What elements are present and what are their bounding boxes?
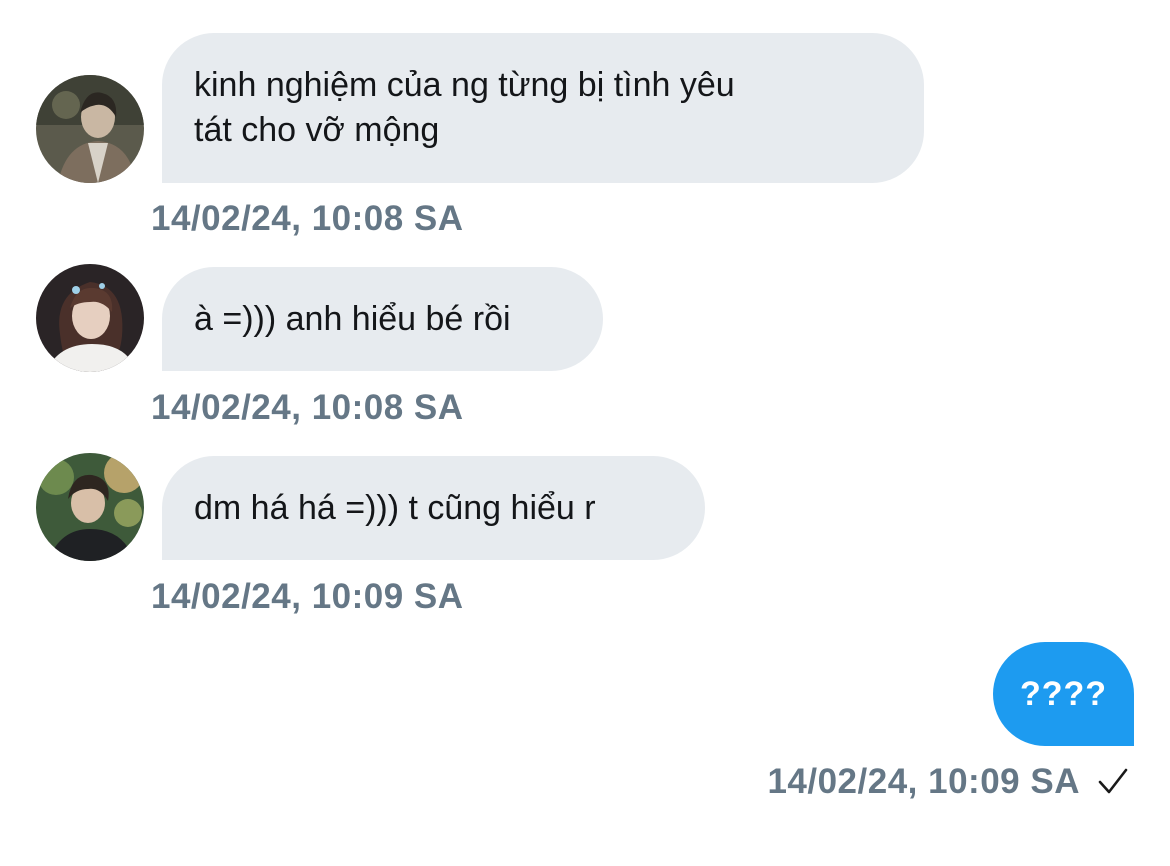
message-timestamp: 14/02/24, 10:09 SA (767, 762, 1080, 801)
message-bubble-1[interactable]: kinh nghiệm của ng từng bị tình yêu tát … (162, 33, 924, 183)
message-text: kinh nghiệm của ng từng bị tình yêu tát … (194, 66, 735, 149)
message-bubble-3[interactable]: dm há há =))) t cũng hiểu r (162, 456, 705, 560)
message-timestamp: 14/02/24, 10:08 SA (151, 388, 464, 427)
avatar-photo-3 (36, 453, 144, 561)
message-bubble-2[interactable]: à =))) anh hiểu bé rồi (162, 267, 603, 371)
avatar[interactable] (36, 264, 144, 372)
avatar[interactable] (36, 453, 144, 561)
message-timestamp: 14/02/24, 10:09 SA (151, 577, 464, 616)
avatar-photo-1 (36, 75, 144, 183)
message-text: ???? (1019, 674, 1108, 713)
avatar-photo-2 (36, 264, 144, 372)
message-timestamp: 14/02/24, 10:08 SA (151, 199, 464, 238)
message-text: à =))) anh hiểu bé rồi (194, 299, 511, 338)
outgoing-message-bubble[interactable]: ???? (993, 642, 1134, 746)
avatar[interactable] (36, 75, 144, 183)
message-text: dm há há =))) t cũng hiểu r (194, 488, 596, 527)
checkmark-icon (1098, 768, 1128, 794)
